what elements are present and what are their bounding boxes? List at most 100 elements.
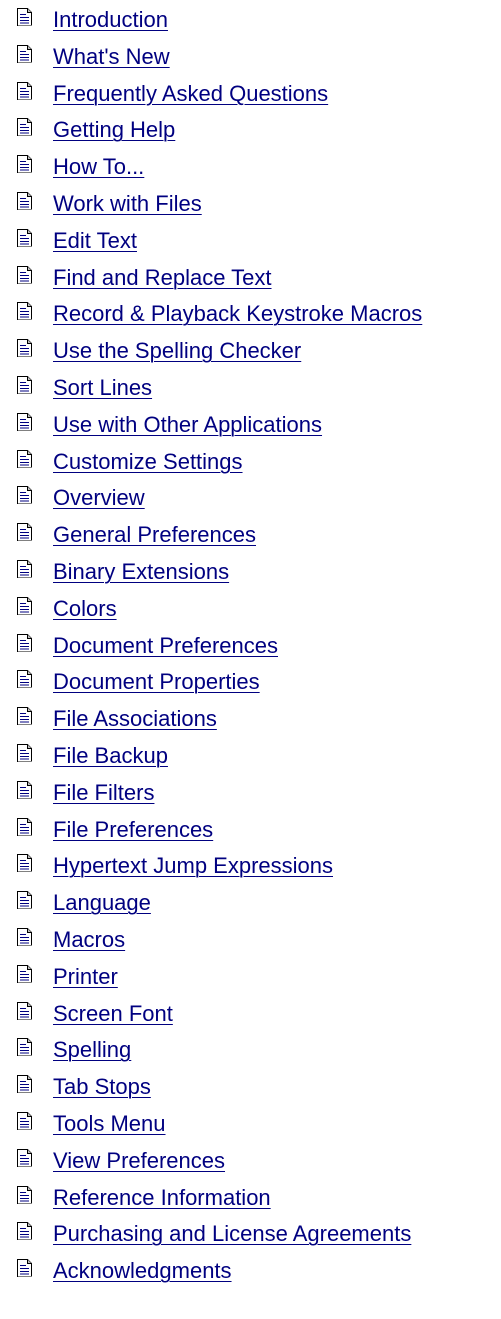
help-page-icon[interactable] <box>17 155 32 174</box>
topic-item-document-preferences[interactable]: Document Preferences <box>0 632 501 669</box>
topic-item-getting-help[interactable]: Getting Help <box>0 116 501 153</box>
topic-item-tab-stops[interactable]: Tab Stops <box>0 1073 501 1110</box>
topic-item-general-preferences[interactable]: General Preferences <box>0 521 501 558</box>
topic-item-file-associations[interactable]: File Associations <box>0 705 501 742</box>
topic-link[interactable]: Work with Files <box>53 191 202 217</box>
topic-link[interactable]: File Backup <box>53 743 168 769</box>
topic-link[interactable]: File Preferences <box>53 817 213 843</box>
topic-item-work-with-files[interactable]: Work with Files <box>0 190 501 227</box>
topic-link[interactable]: Frequently Asked Questions <box>53 81 328 107</box>
topic-link[interactable]: What's New <box>53 44 170 70</box>
topic-item-screen-font[interactable]: Screen Font <box>0 1000 501 1037</box>
topic-link[interactable]: Record & Playback Keystroke Macros <box>53 301 422 327</box>
topic-link[interactable]: Document Properties <box>53 669 260 695</box>
help-page-icon[interactable] <box>17 559 32 578</box>
help-page-icon[interactable] <box>17 412 32 431</box>
help-page-icon[interactable] <box>17 228 32 247</box>
help-page-icon[interactable] <box>17 1185 32 1204</box>
help-page-icon[interactable] <box>17 817 32 836</box>
help-page-icon[interactable] <box>17 1075 32 1094</box>
help-page-icon[interactable] <box>17 265 32 284</box>
topic-link[interactable]: File Associations <box>53 706 217 732</box>
help-page-icon[interactable] <box>17 596 32 615</box>
topic-item-macros[interactable]: Macros <box>0 926 501 963</box>
topic-item-record-playback-keystroke-macros[interactable]: Record & Playback Keystroke Macros <box>0 300 501 337</box>
help-page-icon[interactable] <box>17 1148 32 1167</box>
topic-link[interactable]: Colors <box>53 596 117 622</box>
topic-item-use-the-spelling-checker[interactable]: Use the Spelling Checker <box>0 337 501 374</box>
topic-item-what-s-new[interactable]: What's New <box>0 43 501 80</box>
help-page-icon[interactable] <box>17 375 32 394</box>
help-page-icon[interactable] <box>17 707 32 726</box>
topic-item-file-filters[interactable]: File Filters <box>0 779 501 816</box>
topic-link[interactable]: Sort Lines <box>53 375 152 401</box>
topic-item-hypertext-jump-expressions[interactable]: Hypertext Jump Expressions <box>0 852 501 889</box>
topic-link[interactable]: View Preferences <box>53 1148 225 1174</box>
help-page-icon[interactable] <box>17 1222 32 1241</box>
help-page-icon[interactable] <box>17 780 32 799</box>
topic-link[interactable]: Find and Replace Text <box>53 265 272 291</box>
help-page-icon[interactable] <box>17 81 32 100</box>
topic-link[interactable]: Customize Settings <box>53 449 243 475</box>
help-page-icon[interactable] <box>17 339 32 358</box>
topic-link[interactable]: Reference Information <box>53 1185 271 1211</box>
topic-item-use-with-other-applications[interactable]: Use with Other Applications <box>0 411 501 448</box>
topic-item-file-backup[interactable]: File Backup <box>0 742 501 779</box>
help-page-icon[interactable] <box>17 44 32 63</box>
topic-link[interactable]: Language <box>53 890 151 916</box>
topic-item-introduction[interactable]: Introduction <box>0 6 501 43</box>
topic-link[interactable]: Acknowledgments <box>53 1258 232 1284</box>
topic-item-tools-menu[interactable]: Tools Menu <box>0 1110 501 1147</box>
topic-item-binary-extensions[interactable]: Binary Extensions <box>0 558 501 595</box>
topic-item-reference-information[interactable]: Reference Information <box>0 1184 501 1221</box>
topic-item-acknowledgments[interactable]: Acknowledgments <box>0 1257 501 1294</box>
topic-link[interactable]: Tab Stops <box>53 1074 151 1100</box>
topic-item-language[interactable]: Language <box>0 889 501 926</box>
help-page-icon[interactable] <box>17 633 32 652</box>
help-page-icon[interactable] <box>17 8 32 26</box>
help-page-icon[interactable] <box>17 891 32 910</box>
topic-item-printer[interactable]: Printer <box>0 963 501 1000</box>
topic-link[interactable]: Getting Help <box>53 117 175 143</box>
topic-item-overview[interactable]: Overview <box>0 484 501 521</box>
help-page-icon[interactable] <box>17 854 32 873</box>
help-page-icon[interactable] <box>17 449 32 468</box>
topic-link[interactable]: Document Preferences <box>53 633 278 659</box>
topic-link[interactable]: Overview <box>53 485 145 511</box>
help-page-icon[interactable] <box>17 1111 32 1130</box>
topic-item-customize-settings[interactable]: Customize Settings <box>0 448 501 485</box>
help-page-icon[interactable] <box>17 191 32 210</box>
topic-link[interactable]: Spelling <box>53 1037 131 1063</box>
topic-link[interactable]: Hypertext Jump Expressions <box>53 853 333 879</box>
topic-link[interactable]: Use with Other Applications <box>53 412 322 438</box>
topic-link[interactable]: General Preferences <box>53 522 256 548</box>
topic-link[interactable]: How To... <box>53 154 144 180</box>
help-page-icon[interactable] <box>17 964 32 983</box>
help-page-icon[interactable] <box>17 670 32 689</box>
topic-item-frequently-asked-questions[interactable]: Frequently Asked Questions <box>0 80 501 117</box>
topic-link[interactable]: Binary Extensions <box>53 559 229 585</box>
topic-link[interactable]: File Filters <box>53 780 154 806</box>
help-page-icon[interactable] <box>17 523 32 542</box>
topic-link[interactable]: Tools Menu <box>53 1111 166 1137</box>
help-page-icon[interactable] <box>17 1259 32 1278</box>
topic-item-view-preferences[interactable]: View Preferences <box>0 1147 501 1184</box>
topic-item-spelling[interactable]: Spelling <box>0 1036 501 1073</box>
topic-link[interactable]: Screen Font <box>53 1001 173 1027</box>
help-page-icon[interactable] <box>17 927 32 946</box>
topic-link[interactable]: Introduction <box>53 7 168 33</box>
topic-item-colors[interactable]: Colors <box>0 595 501 632</box>
topic-link[interactable]: Printer <box>53 964 118 990</box>
help-page-icon[interactable] <box>17 486 32 505</box>
topic-item-how-to[interactable]: How To... <box>0 153 501 190</box>
topic-link[interactable]: Purchasing and License Agreements <box>53 1221 411 1247</box>
topic-item-document-properties[interactable]: Document Properties <box>0 668 501 705</box>
help-page-icon[interactable] <box>17 1001 32 1020</box>
topic-item-purchasing-and-license-agreements[interactable]: Purchasing and License Agreements <box>0 1220 501 1257</box>
topic-item-edit-text[interactable]: Edit Text <box>0 227 501 264</box>
topic-item-find-and-replace-text[interactable]: Find and Replace Text <box>0 264 501 301</box>
topic-link[interactable]: Use the Spelling Checker <box>53 338 301 364</box>
help-page-icon[interactable] <box>17 1038 32 1057</box>
topic-item-sort-lines[interactable]: Sort Lines <box>0 374 501 411</box>
help-page-icon[interactable] <box>17 302 32 321</box>
